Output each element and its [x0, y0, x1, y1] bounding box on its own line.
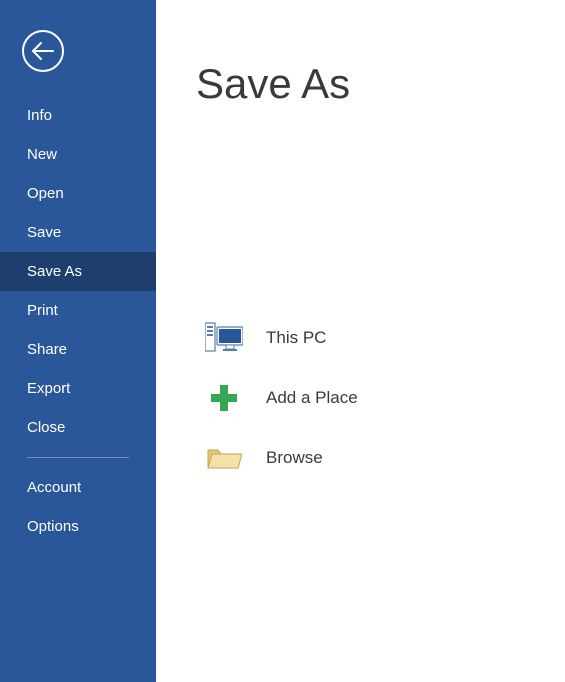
sidebar-item-label: Save As — [27, 263, 82, 280]
save-location-this-pc[interactable]: This PC — [196, 308, 565, 368]
backstage-sidebar: Info New Open Save Save As Print Share E… — [0, 0, 156, 682]
sidebar-item-label: Account — [27, 479, 81, 496]
main-panel: Save As This PC Add a Place — [156, 0, 565, 682]
sidebar-item-label: Print — [27, 302, 58, 319]
sidebar-item-label: Save — [27, 224, 61, 241]
sidebar-item-label: Info — [27, 107, 52, 124]
sidebar-item-label: Options — [27, 518, 79, 535]
save-location-browse[interactable]: Browse — [196, 428, 565, 488]
sidebar-item-open[interactable]: Open — [0, 174, 156, 213]
option-label: This PC — [266, 328, 326, 348]
sidebar-item-label: Open — [27, 185, 64, 202]
sidebar-item-new[interactable]: New — [0, 135, 156, 174]
back-button[interactable] — [22, 30, 64, 72]
sidebar-item-label: New — [27, 146, 57, 163]
save-location-add-place[interactable]: Add a Place — [196, 368, 565, 428]
sidebar-item-export[interactable]: Export — [0, 369, 156, 408]
sidebar-item-close[interactable]: Close — [0, 408, 156, 447]
folder-icon — [204, 440, 244, 476]
this-pc-icon — [204, 320, 244, 356]
plus-icon — [204, 380, 244, 416]
sidebar-divider — [27, 457, 129, 458]
sidebar-item-save[interactable]: Save — [0, 213, 156, 252]
sidebar-item-save-as[interactable]: Save As — [0, 252, 156, 291]
option-label: Add a Place — [266, 388, 358, 408]
option-label: Browse — [266, 448, 323, 468]
sidebar-item-label: Close — [27, 419, 65, 436]
sidebar-item-account[interactable]: Account — [0, 468, 156, 507]
sidebar-item-print[interactable]: Print — [0, 291, 156, 330]
page-title: Save As — [196, 60, 565, 108]
arrow-left-icon — [32, 42, 54, 60]
sidebar-item-label: Export — [27, 380, 70, 397]
sidebar-item-options[interactable]: Options — [0, 507, 156, 546]
sidebar-item-info[interactable]: Info — [0, 96, 156, 135]
sidebar-item-label: Share — [27, 341, 67, 358]
sidebar-item-share[interactable]: Share — [0, 330, 156, 369]
